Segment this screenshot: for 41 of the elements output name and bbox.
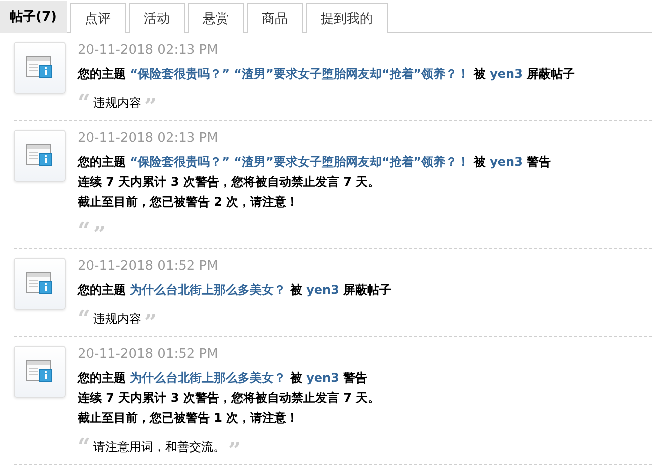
close-quote-mark: ” [144,316,158,330]
notice-time: 20-11-2018 02:13 PM [78,42,220,60]
notice-time: 20-11-2018 01:52 PM [78,258,220,276]
notice-message: 您的主题 为什么台北街上那么多美女？ 被 yen3 屏蔽帖子 [78,282,393,299]
notice-icon [14,346,66,398]
open-quote-mark: “ [78,220,91,242]
user-link[interactable]: yen3 [490,67,523,81]
open-quote-mark: “ [78,308,91,330]
warning-text: 截止至目前，您已被警告 1 次，请注意！ [78,410,300,427]
user-link[interactable]: yen3 [306,371,340,385]
warning-text: 连续 7 天内累计 3 次警告，您将被自动禁止发言 7 天。 [78,174,382,191]
topic-link[interactable]: 为什么台北街上那么多美女？ [130,283,286,297]
open-quote-mark: “ [78,92,91,114]
tab[interactable]: 商品 [246,3,303,33]
tab[interactable]: 帖子(7) [0,1,67,33]
topic-link[interactable]: “保险套很贵吗？” “渣男”要求女子堕胎网友却“抢着”领养？！ [130,67,470,81]
warning-text: 截止至目前，您已被警告 2 次，请注意！ [78,194,300,211]
notice-message: 您的主题 为什么台北街上那么多美女？ 被 yen3 警告 [78,370,369,387]
tab[interactable]: 提到我的 [306,3,388,33]
open-quote-mark: “ [78,436,91,458]
quote-text: 违规内容 [94,311,142,328]
notice-time: 20-11-2018 02:13 PM [78,130,220,148]
notice-message: 您的主题 “保险套很贵吗？” “渣男”要求女子堕胎网友却“抢着”领养？！ 被 yen3 警告 [78,154,552,171]
quote-text: 违规内容 [94,95,142,112]
notice-message: 您的主题 “保险套很贵吗？” “渣男”要求女子堕胎网友却“抢着”领养？！ 被 yen3 屏蔽帖子 [78,66,576,83]
user-link[interactable]: yen3 [306,283,340,297]
close-quote-mark: ” [94,228,106,242]
notice-icon [14,42,66,94]
topic-link[interactable]: 为什么台北街上那么多美女？ [130,371,286,385]
notice-icon [14,130,66,182]
warning-text: 连续 7 天内累计 3 次警告，您将被自动禁止发言 7 天。 [78,390,382,407]
user-link[interactable]: yen3 [490,155,523,169]
close-quote-mark: ” [228,444,242,458]
topic-link[interactable]: “保险套很贵吗？” “渣男”要求女子堕胎网友却“抢着”领养？！ [130,155,470,169]
tab[interactable]: 活动 [128,3,185,33]
tab[interactable]: 点评 [70,3,126,33]
tab[interactable]: 悬赏 [188,3,244,33]
notice-time: 20-11-2018 01:52 PM [78,346,220,364]
quote-text: 请注意用词，和善交流。 [94,439,226,456]
notice-icon [14,258,66,310]
close-quote-mark: ” [144,100,158,114]
